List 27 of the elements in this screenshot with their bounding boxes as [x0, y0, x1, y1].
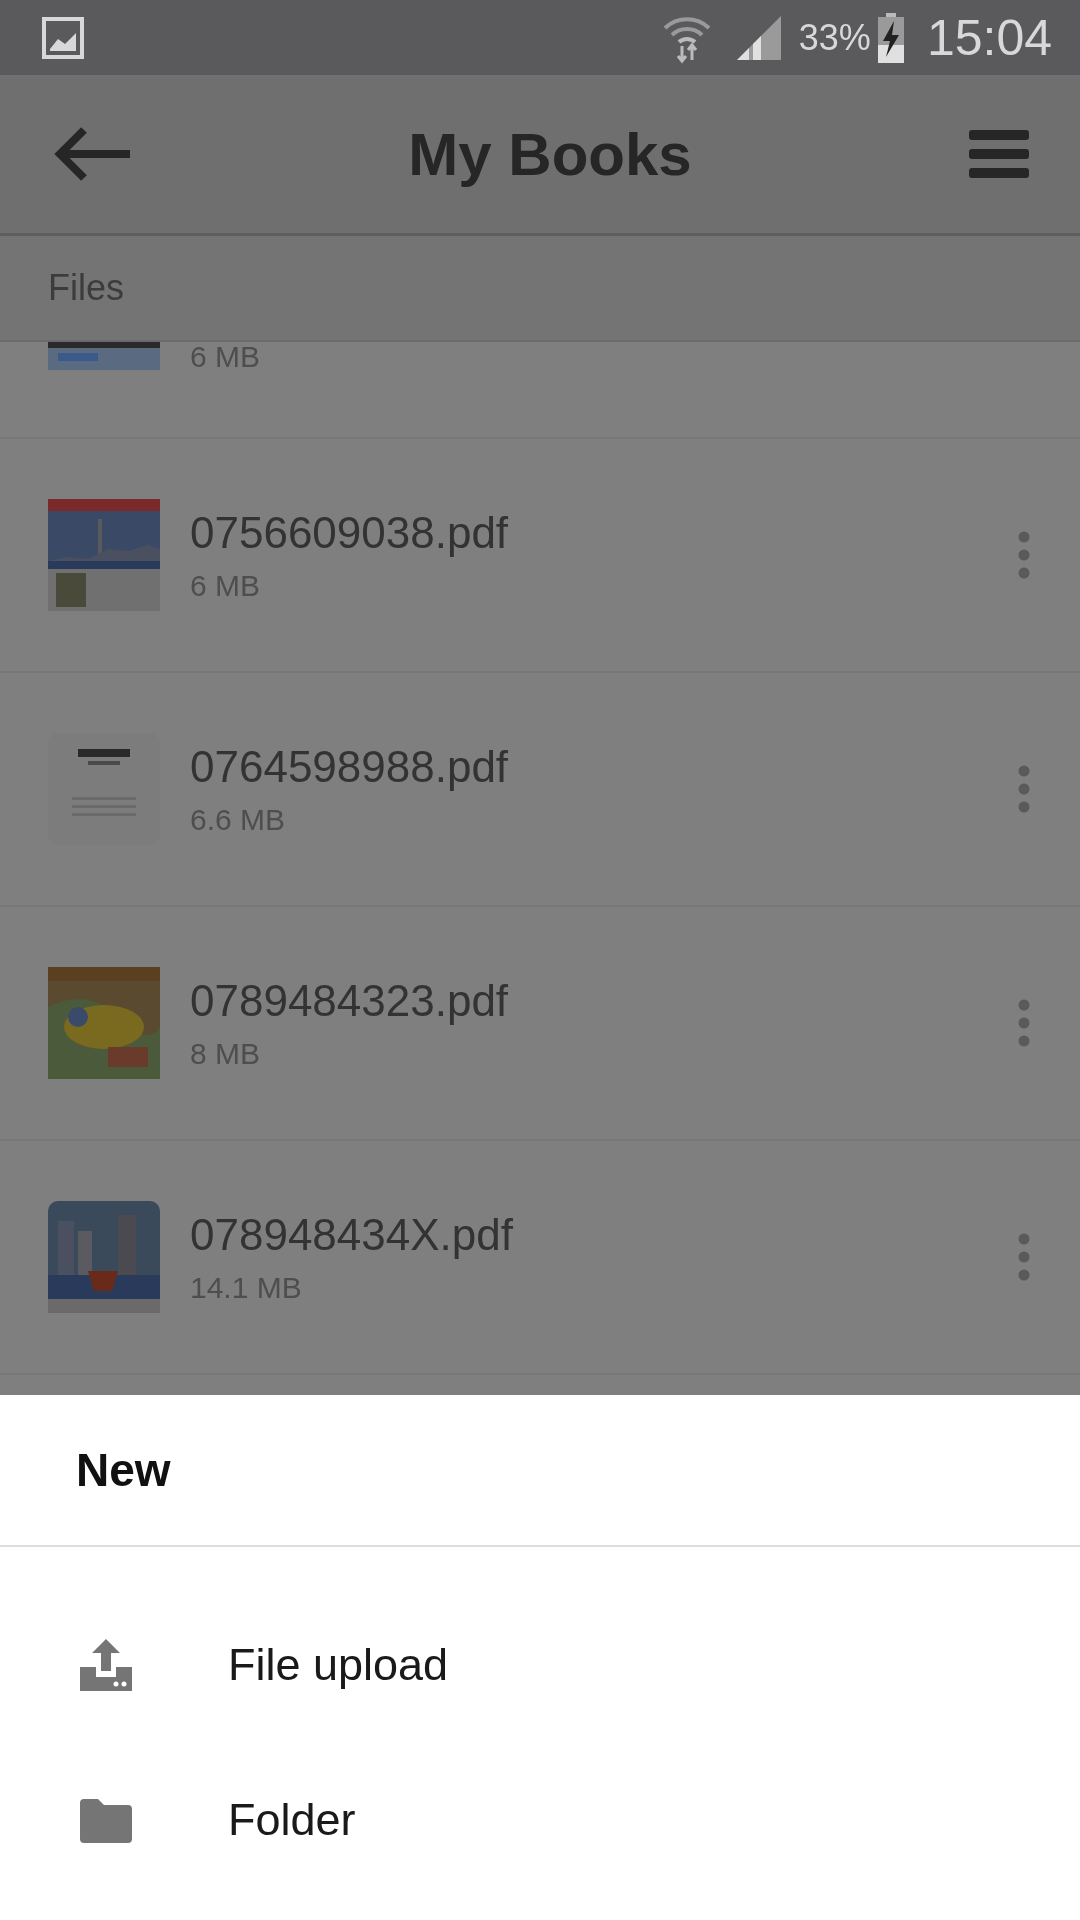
more-icon [1018, 531, 1030, 579]
back-arrow-icon [52, 126, 132, 182]
upload-icon [78, 1636, 134, 1693]
image-icon [42, 16, 84, 59]
more-button[interactable] [1018, 999, 1030, 1047]
file-name[interactable]: 0756609038.pdf [190, 507, 1018, 559]
clock: 15:04 [926, 8, 1052, 67]
more-icon [1018, 765, 1030, 813]
battery-icon [876, 12, 905, 63]
more-button[interactable] [1018, 765, 1030, 813]
file-name[interactable]: 0789484323.pdf [190, 975, 1018, 1027]
folder-option[interactable]: Folder [0, 1742, 1080, 1897]
folder-icon [78, 1796, 134, 1843]
more-icon [1018, 1233, 1030, 1281]
file-name[interactable]: 078948434X.pdf [190, 1209, 1018, 1261]
file-name[interactable]: 0764598988.pdf [190, 741, 1018, 793]
battery-percent: 33% [798, 16, 871, 59]
menu-button[interactable] [968, 128, 1030, 180]
sheet-title: New [76, 1443, 171, 1497]
menu-icon [968, 128, 1030, 180]
back-button[interactable] [52, 126, 132, 182]
file-upload-option[interactable]: File upload [0, 1587, 1080, 1742]
more-button[interactable] [1018, 1233, 1030, 1281]
screen-title: My Books [408, 119, 692, 189]
section-header: Files [48, 267, 124, 309]
more-button[interactable] [1018, 531, 1030, 579]
more-icon [1018, 999, 1030, 1047]
